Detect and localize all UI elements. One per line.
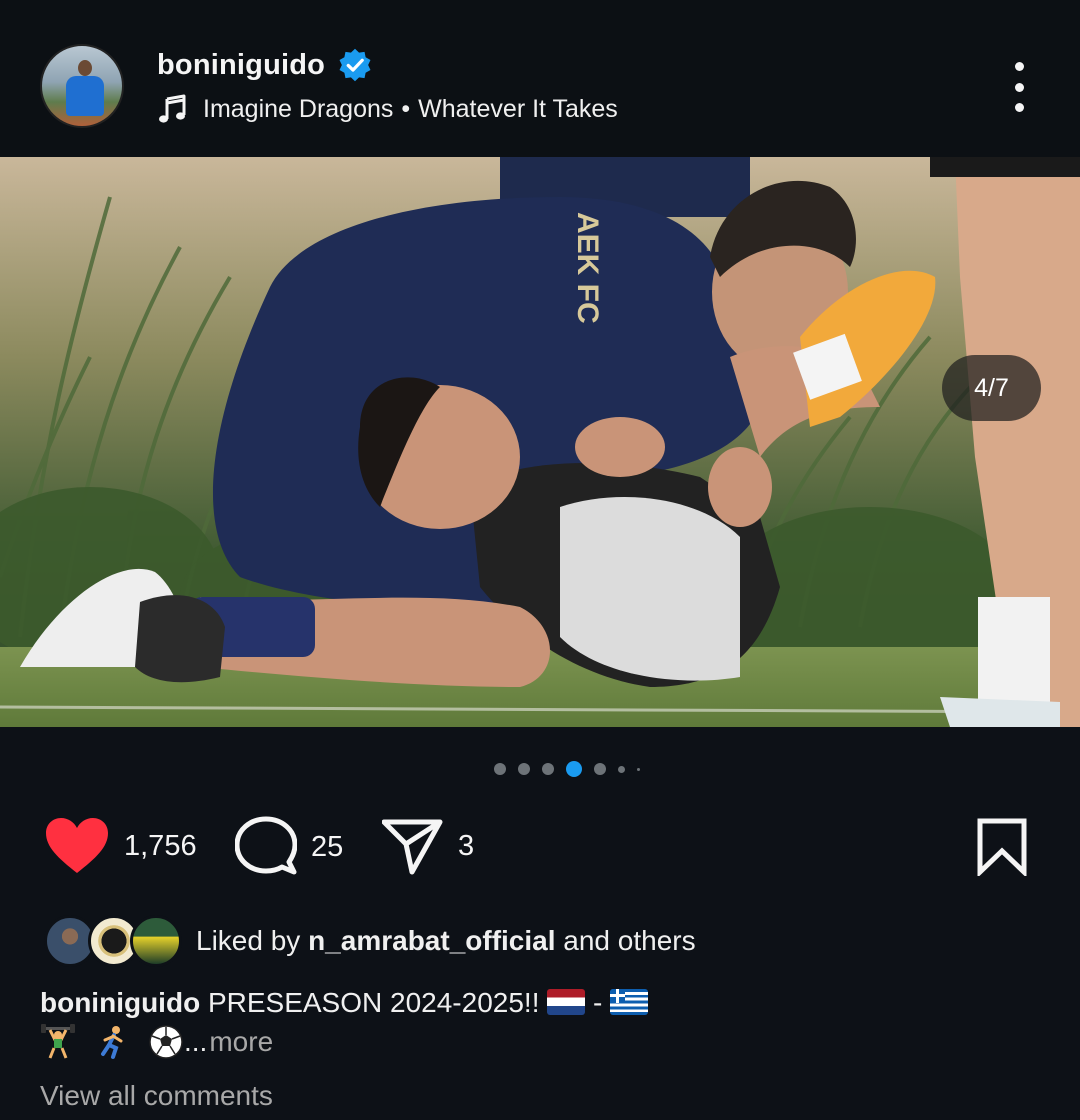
send-icon[interactable] [382, 816, 444, 876]
netherlands-flag-icon [547, 988, 586, 1015]
more-vertical-icon [1014, 62, 1024, 71]
caption-emoji-line: ... more [40, 1024, 273, 1060]
heart-icon[interactable] [44, 816, 110, 876]
post-header: boniniguido Imagine Dragons • Whatever I… [0, 0, 1080, 157]
more-options-button[interactable] [1002, 62, 1036, 112]
view-all-comments-link[interactable]: View all comments [40, 1080, 273, 1112]
save-action[interactable] [976, 818, 1028, 876]
liked-by-prefix: Liked by [196, 925, 301, 956]
share-action: 3 [382, 816, 474, 876]
like-count[interactable]: 1,756 [124, 830, 197, 863]
liker-avatar [130, 915, 182, 967]
bookmark-icon[interactable] [976, 818, 1028, 876]
caption-more-link[interactable]: more [209, 1026, 273, 1058]
caption-ellipsis: ... [184, 1026, 208, 1057]
comment-icon[interactable] [235, 816, 297, 878]
greece-flag-icon [610, 988, 649, 1015]
caption-username[interactable]: boniniguido [40, 987, 200, 1018]
carousel-counter: 4/7 [942, 355, 1041, 421]
music-separator: • [401, 94, 411, 123]
avatar-figure-body [66, 76, 104, 116]
caption: boniniguido PRESEASON 2024-2025!! - [40, 982, 1040, 1024]
carousel-dot [518, 763, 530, 775]
liked-by-user[interactable]: n_amrabat_official [308, 925, 555, 956]
soccer-ball-icon [149, 1025, 183, 1059]
username-row: boniniguido [157, 47, 373, 83]
weightlifter-icon [41, 1024, 75, 1059]
music-row[interactable]: Imagine Dragons • Whatever It Takes [157, 93, 618, 125]
comment-action: 25 [235, 816, 343, 878]
action-bar: 1,756 25 3 [0, 810, 1080, 884]
carousel-dot [618, 765, 625, 773]
profile-avatar[interactable] [40, 44, 124, 128]
liked-by-suffix: and others [563, 925, 696, 956]
comment-count[interactable]: 25 [311, 831, 343, 864]
carousel-dot [637, 767, 640, 771]
music-artist: Imagine Dragons [203, 94, 394, 123]
carousel-dot [494, 763, 506, 775]
share-count[interactable]: 3 [458, 830, 474, 863]
post-photo[interactable]: AEK FC 4/7 [0, 157, 1080, 727]
liker-avatars [44, 915, 182, 967]
like-action: 1,756 [44, 816, 197, 876]
caption-text: PRESEASON 2024-2025!! [207, 987, 540, 1018]
verified-badge-icon [339, 48, 371, 82]
caption-dash: - [593, 987, 603, 1018]
music-song: Whatever It Takes [418, 94, 618, 123]
carousel-indicator [494, 761, 652, 777]
photo-illustration: AEK FC [0, 157, 1080, 727]
username[interactable]: boniniguido [157, 49, 325, 82]
avatar-figure-head [78, 60, 92, 76]
carousel-dot-active [566, 761, 582, 777]
music-note-icon [159, 94, 186, 123]
runner-icon [101, 1026, 123, 1059]
carousel-dot [542, 763, 554, 775]
liked-by-text: Liked by n_amrabat_official and others [196, 925, 696, 957]
carousel-dot [594, 763, 606, 775]
jersey-text: AEK FC [571, 212, 604, 324]
liked-by-row[interactable]: Liked by n_amrabat_official and others [44, 914, 696, 968]
